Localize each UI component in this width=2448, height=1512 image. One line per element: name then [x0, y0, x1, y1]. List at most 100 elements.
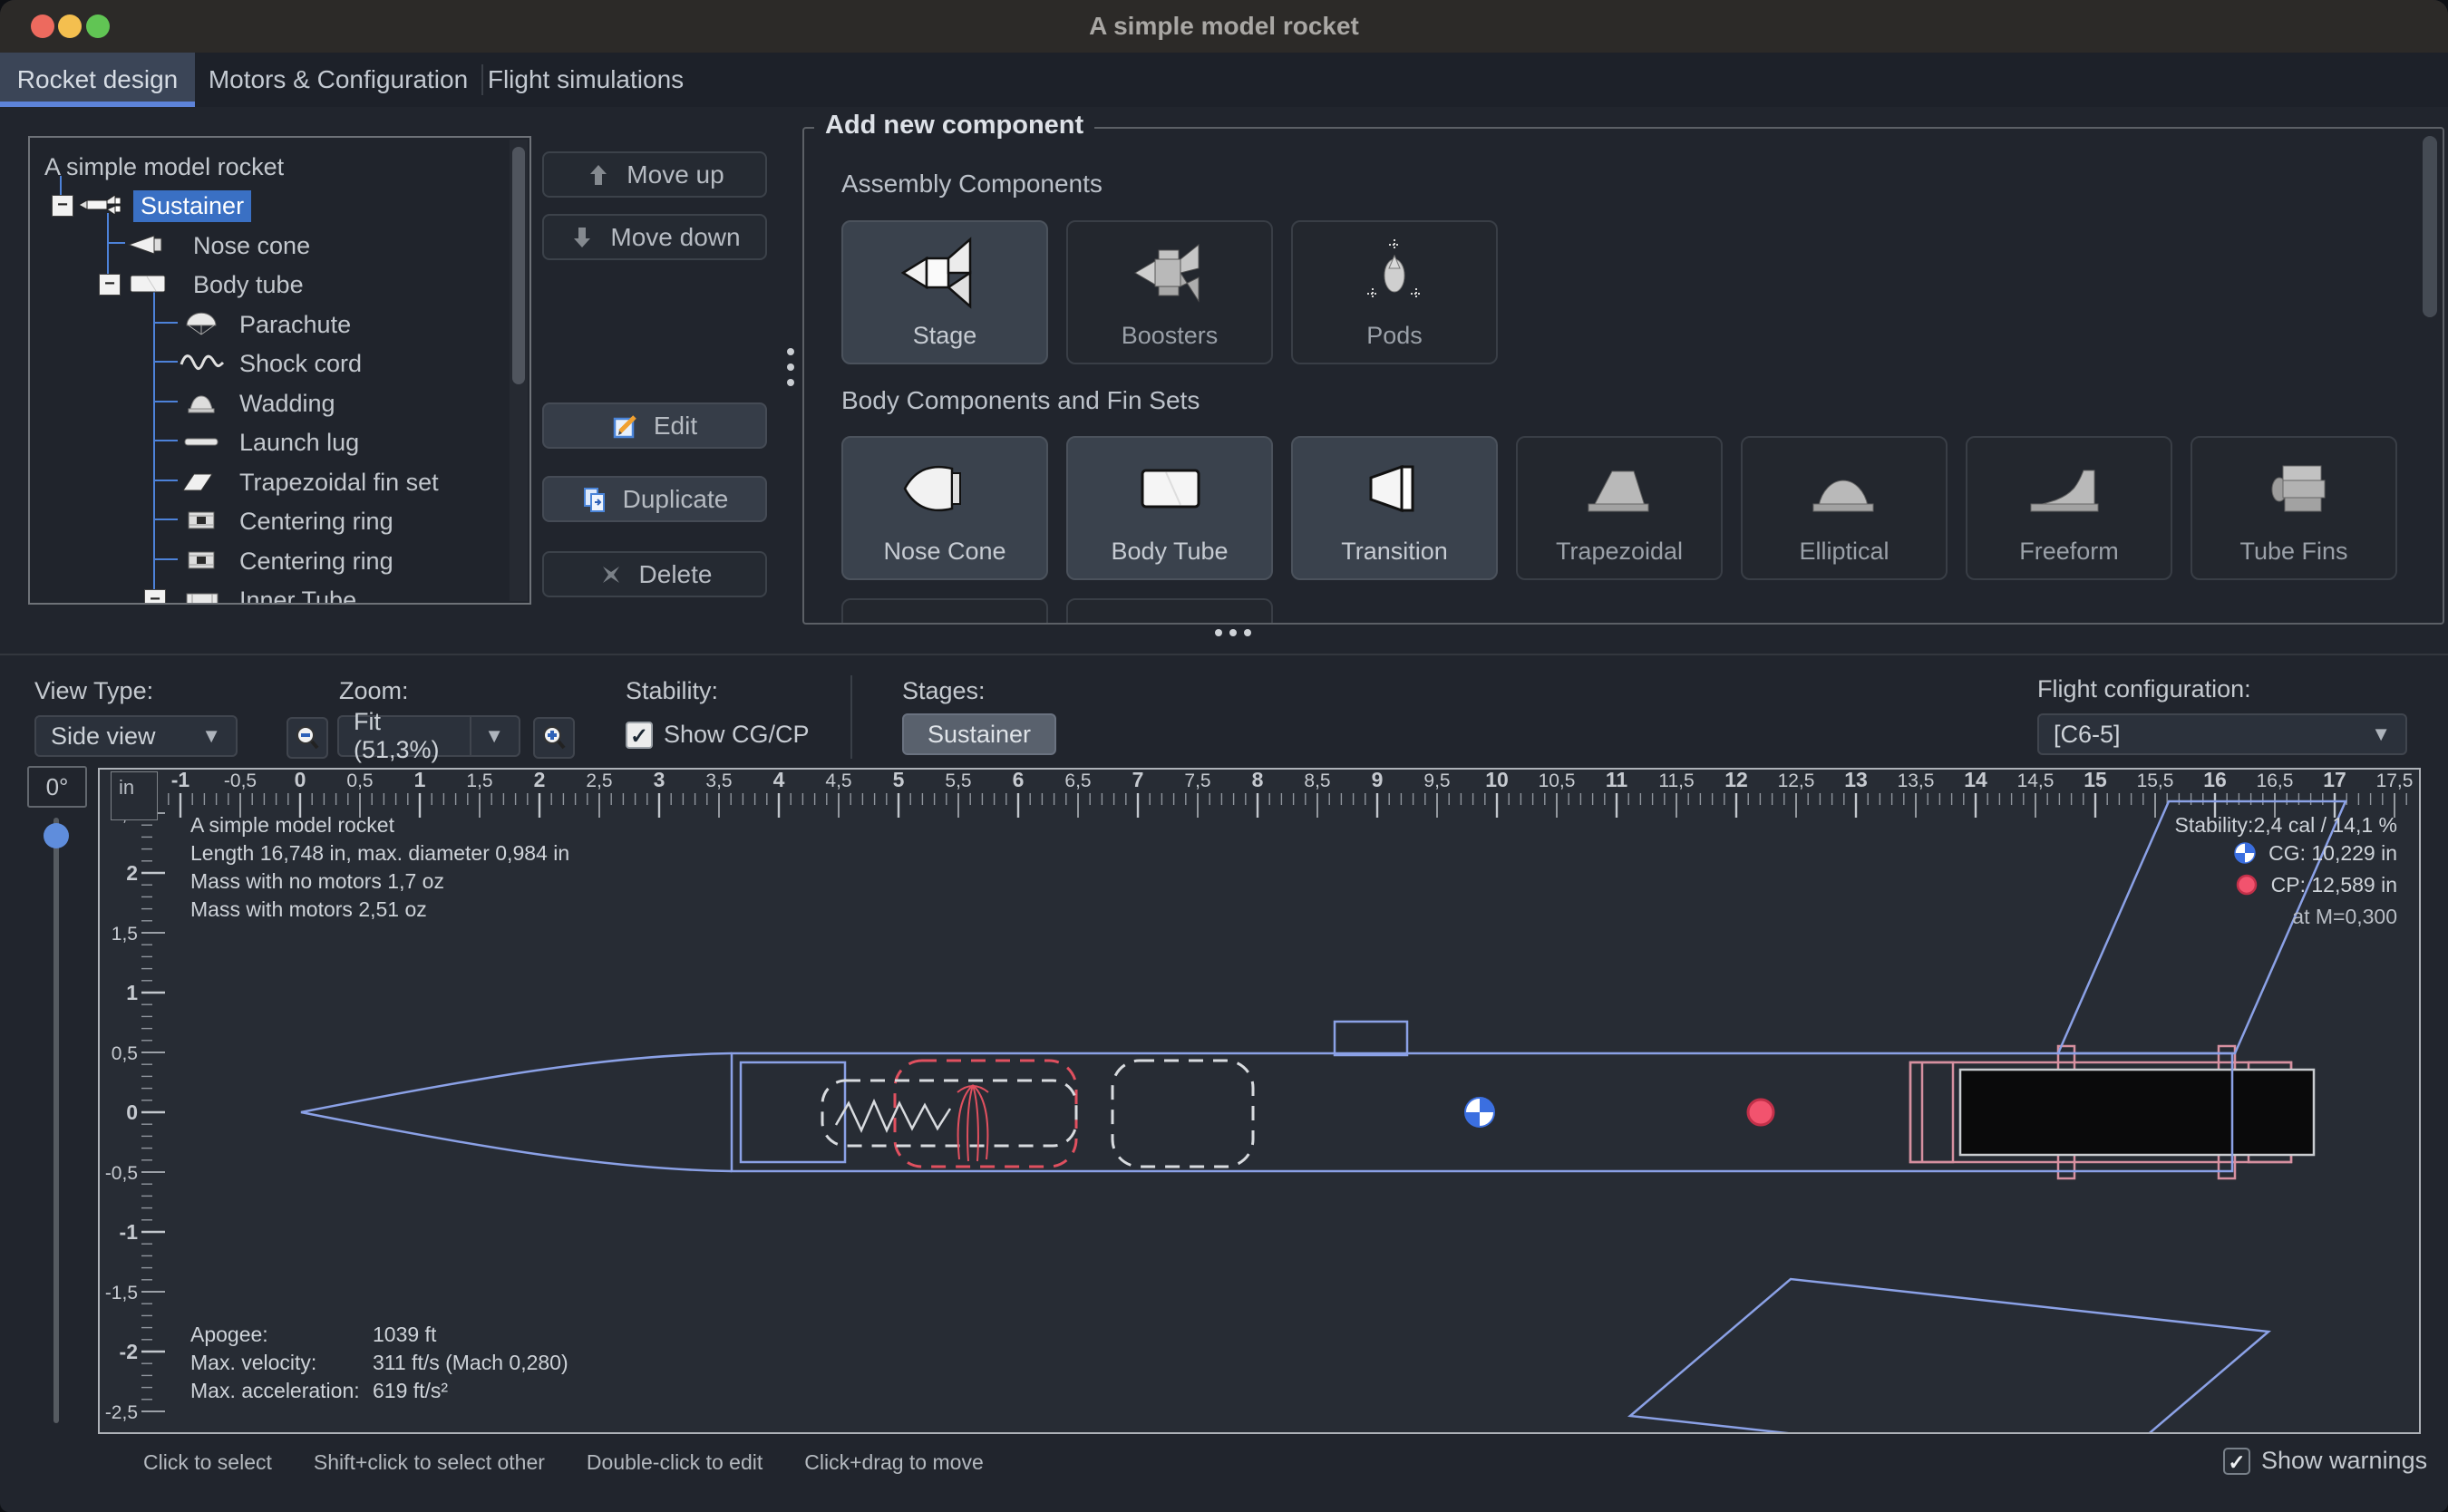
- panel-resize-handle[interactable]: [1215, 629, 1251, 636]
- delete-button[interactable]: Delete: [542, 551, 767, 597]
- flight-config-select[interactable]: [C6-5] ▼: [2037, 713, 2407, 755]
- statusbar-hints: Click to selectShift+click to select oth…: [143, 1450, 984, 1475]
- parachute-icon: [178, 311, 228, 336]
- rocket-icon: [75, 192, 126, 218]
- component-card-boosters[interactable]: Boosters: [1066, 220, 1273, 364]
- component-card-body-tube[interactable]: Body Tube: [1066, 436, 1273, 580]
- tree-item-centering-ring[interactable]: Centering ring: [30, 500, 529, 539]
- tree-expander[interactable]: −: [144, 589, 166, 605]
- component-card-pods[interactable]: Pods: [1291, 220, 1498, 364]
- bodytube-component-icon: [1068, 447, 1271, 530]
- launch-lug[interactable]: [1335, 1022, 1407, 1055]
- tree-item-launch-lug[interactable]: Launch lug: [30, 422, 529, 460]
- freeform-component-icon: [1967, 447, 2171, 530]
- main-tabbar: Rocket design Motors & Configuration Fli…: [0, 53, 2448, 107]
- add-component-title: Add new component: [814, 111, 1094, 141]
- nosecone-icon: [123, 232, 174, 257]
- show-cgcp-label: Show CG/CP: [664, 721, 810, 749]
- boosters-component-icon: [1068, 231, 1271, 315]
- view-type-select[interactable]: Side view ▼: [34, 715, 238, 757]
- rotation-slider-track[interactable]: [53, 818, 59, 1423]
- centeringring-icon: [178, 548, 228, 573]
- flight-config-label: Flight configuration:: [2037, 675, 2251, 703]
- component-card-nose-cone[interactable]: Nose Cone: [841, 436, 1048, 580]
- tree-scrollbar[interactable]: [510, 140, 528, 601]
- view-type-label: View Type:: [34, 677, 153, 705]
- tab-flight-simulations[interactable]: Flight simulations: [483, 53, 688, 107]
- nose-cone-outline[interactable]: [301, 1053, 732, 1171]
- zoom-out-button[interactable]: [287, 717, 328, 759]
- window-title: A simple model rocket: [0, 0, 2448, 53]
- elliptical-component-icon: [1743, 447, 1946, 530]
- cg-marker: [1465, 1098, 1494, 1127]
- tree-item-centering-ring[interactable]: Centering ring: [30, 540, 529, 579]
- launchlug-icon: [178, 429, 228, 454]
- tree-expander[interactable]: −: [52, 195, 73, 217]
- component-tree-panel: A simple model rocket−SustainerNose cone…: [28, 136, 531, 605]
- zoom-in-icon: [540, 724, 568, 751]
- rotation-angle-indicator: 0°: [27, 766, 87, 808]
- tree-item-trapezoidal-fin-set[interactable]: Trapezoidal fin set: [30, 461, 529, 500]
- zoom-label: Zoom:: [339, 677, 409, 705]
- tab-motors-configuration[interactable]: Motors & Configuration: [195, 53, 481, 107]
- move-down-button[interactable]: Move down: [542, 214, 767, 260]
- zoom-level-select[interactable]: Fit (51,3%) ▼: [337, 715, 520, 757]
- component-card-partial[interactable]: [1066, 598, 1273, 625]
- move-up-button[interactable]: Move up: [542, 151, 767, 198]
- duplicate-pages-icon: [581, 486, 608, 513]
- edit-button[interactable]: Edit: [542, 402, 767, 449]
- show-warnings-checkbox[interactable]: ✓: [2223, 1448, 2250, 1475]
- hint-text: Double-click to edit: [587, 1450, 763, 1475]
- transition-component-icon: [1293, 447, 1496, 530]
- component-card-freeform[interactable]: Freeform: [1966, 436, 2172, 580]
- tree-item-nose-cone[interactable]: Nose cone: [30, 225, 529, 264]
- hint-text: Click to select: [143, 1450, 272, 1475]
- wadding-icon: [178, 390, 228, 415]
- innertube-icon: [178, 586, 228, 605]
- component-card-tube-fins[interactable]: Tube Fins: [2191, 436, 2397, 580]
- ruler-unit-box: in: [111, 771, 158, 820]
- add-panel-scrollbar[interactable]: [2423, 136, 2437, 317]
- delete-cross-icon: [597, 561, 625, 588]
- component-card-trapezoidal[interactable]: Trapezoidal: [1516, 436, 1723, 580]
- openrocket-window: A simple model rocket Rocket design Moto…: [0, 0, 2448, 1512]
- tab-rocket-design[interactable]: Rocket design: [0, 53, 195, 107]
- motor-casing[interactable]: [1960, 1070, 2314, 1155]
- component-card-elliptical[interactable]: Elliptical: [1741, 436, 1948, 580]
- nose-shoulder[interactable]: [741, 1062, 845, 1162]
- tree-item-sustainer[interactable]: −Sustainer: [30, 185, 529, 224]
- shock-cord-zigzag: [836, 1101, 950, 1130]
- show-warnings-label: Show warnings: [2261, 1447, 2427, 1475]
- stages-label: Stages:: [902, 677, 986, 705]
- tree-item-shock-cord[interactable]: Shock cord: [30, 343, 529, 382]
- component-card-stage[interactable]: Stage: [841, 220, 1048, 364]
- tree-item-body-tube[interactable]: −Body tube: [30, 264, 529, 303]
- stage-toggle-sustainer[interactable]: Sustainer: [902, 713, 1056, 755]
- titlebar: A simple model rocket: [0, 0, 2448, 53]
- fin-lower[interactable]: [1630, 1279, 2268, 1432]
- stability-label: Stability:: [626, 677, 718, 705]
- add-component-panel: Assembly Components Stage Boosters PodsB…: [802, 127, 2444, 625]
- rotation-slider-knob[interactable]: [44, 823, 69, 848]
- shock-cord-outline[interactable]: [822, 1081, 1076, 1146]
- toolbar-divider: [850, 675, 852, 759]
- wadding-outline[interactable]: [1112, 1061, 1253, 1167]
- panel-splitter-handle[interactable]: [787, 348, 796, 394]
- duplicate-button[interactable]: Duplicate: [542, 476, 767, 522]
- zoom-in-button[interactable]: [533, 717, 575, 759]
- tree-item-wadding[interactable]: Wadding: [30, 383, 529, 422]
- stage-component-icon: [843, 231, 1046, 315]
- finset-icon: [178, 469, 228, 494]
- tree-expander[interactable]: −: [99, 274, 121, 296]
- tree-item-root[interactable]: A simple model rocket: [30, 146, 529, 185]
- tree-item-parachute[interactable]: Parachute: [30, 304, 529, 343]
- component-card-transition[interactable]: Transition: [1291, 436, 1498, 580]
- stability-info-block: Stability:2,4 cal / 14,1 % CG: 10,229 in…: [2175, 811, 2397, 931]
- rocket-design-canvas[interactable]: -1-0,500,511,522,533,544,555,566,577,588…: [98, 768, 2421, 1434]
- cp-legend-icon: [2236, 874, 2258, 903]
- show-cgcp-checkbox[interactable]: ✓: [626, 722, 653, 749]
- trapezoidal-component-icon: [1518, 447, 1721, 530]
- tree-item-inner-tube[interactable]: −Inner Tube: [30, 579, 529, 605]
- component-card-partial[interactable]: [841, 598, 1048, 625]
- nosecone-component-icon: [843, 447, 1046, 530]
